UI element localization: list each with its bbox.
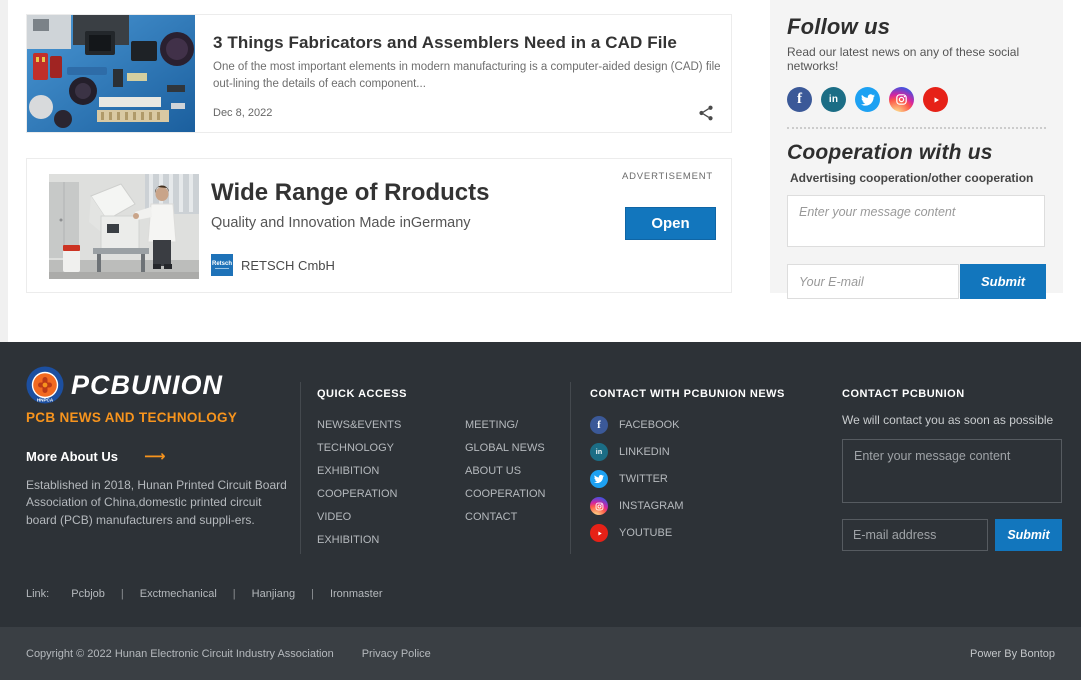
twitter-icon[interactable] [855,87,880,112]
quick-access-block: QUICK ACCESS NEWS&EVENTS TECHNOLOGY EXHI… [317,388,569,546]
follow-us-title: Follow us [787,14,1046,40]
footer-brand-name[interactable]: PCBUNION [71,370,223,401]
footer-instagram-link[interactable]: INSTAGRAM [590,497,785,515]
footer-link-about-us[interactable]: ABOUT US [465,465,569,477]
link-separator: | [233,588,236,600]
footer-facebook-link[interactable]: f FACEBOOK [590,416,785,434]
sidebar: Follow us Read our latest news on any of… [770,0,1063,293]
footer-link-cooperation-2[interactable]: COOPERATION [465,488,569,500]
contact-submit-button[interactable]: Submit [995,519,1062,551]
contact-form-subtitle: We will contact you as soon as possible [842,413,1062,427]
article-title[interactable]: 3 Things Fabricators and Assemblers Need… [213,33,677,53]
link-separator: | [311,588,314,600]
cooperation-submit-button[interactable]: Submit [960,264,1046,299]
links-label: Link: [26,588,49,600]
ad-image-lab-machine[interactable] [49,174,199,279]
ad-brand-name: RETSCH CmbH [241,258,335,273]
article-card[interactable]: 3 Things Fabricators and Assemblers Need… [26,14,732,133]
share-icon[interactable] [697,104,715,122]
article-thumbnail-circuit-board[interactable] [27,15,195,132]
partner-link-hanjiang[interactable]: Hanjiang [252,588,295,600]
copyright-text: Copyright © 2022 Hunan Electronic Circui… [26,648,334,660]
contact-news-block: CONTACT WITH PCBUNION NEWS f FACEBOOK in… [590,388,785,542]
partner-link-exctmechanical[interactable]: Exctmechanical [140,588,217,600]
youtube-icon [590,524,608,542]
quick-access-heading: QUICK ACCESS [317,388,569,400]
contact-news-heading: CONTACT WITH PCBUNION NEWS [590,388,785,400]
advertisement-label: ADVERTISEMENT [622,171,713,182]
contact-form-block: CONTACT PCBUNION We will contact you as … [842,388,1062,551]
cooperation-title: Cooperation with us [787,141,1046,165]
powered-by-text: Power By Bontop [970,648,1055,660]
pcbunion-logo-icon: HNPCA [26,366,64,404]
ad-title[interactable]: Wide Range of Rroducts [211,179,489,207]
footer-brand-tagline: PCB NEWS AND TECHNOLOGY [26,410,288,425]
footer-linkedin-link[interactable]: in LINKEDIN [590,443,785,461]
sidebar-divider [787,127,1046,129]
advertisement-card: ADVERTISEMENT [26,158,732,293]
footer-link-contact[interactable]: CONTACT [465,511,569,523]
cooperation-subtitle: Advertising cooperation/other cooperatio… [790,171,1046,185]
contact-form-heading: CONTACT PCBUNION [842,388,1062,400]
footer-link-technology[interactable]: TECHNOLOGY [317,442,421,454]
twitter-icon [590,470,608,488]
page: 3 Things Fabricators and Assemblers Need… [0,0,1081,680]
footer: HNPCA PCBUNION PCB NEWS AND TECHNOLOGY M… [0,342,1081,627]
svg-text:HNPCA: HNPCA [37,398,54,403]
footer-divider [300,382,301,554]
ad-open-button[interactable]: Open [625,207,716,240]
partner-link-pcbjob[interactable]: Pcbjob [71,588,105,600]
retsch-logo-icon: Retsch [211,254,233,276]
footer-youtube-link[interactable]: YOUTUBE [590,524,785,542]
footer-link-exhibition-2[interactable]: EXHIBITION [317,534,421,546]
youtube-icon[interactable] [923,87,948,112]
footer-link-news-events[interactable]: NEWS&EVENTS [317,419,421,431]
ad-subtitle: Quality and Innovation Made inGermany [211,215,471,231]
footer-link-global-news[interactable]: GLOBAL NEWS [465,442,569,454]
partner-link-ironmaster[interactable]: Ironmaster [330,588,383,600]
social-icons-row: f in [787,87,1046,112]
ad-brand: Retsch RETSCH CmbH [211,254,335,276]
follow-us-subtitle: Read our latest news on any of these soc… [787,45,1046,73]
facebook-icon[interactable]: f [787,87,812,112]
more-about-us-link[interactable]: More About Us ⟶ [26,447,288,465]
link-separator: | [121,588,124,600]
copyright-bar: Copyright © 2022 Hunan Electronic Circui… [0,627,1081,680]
footer-divider [570,382,571,554]
facebook-icon: f [590,416,608,434]
contact-email-input[interactable] [842,519,988,551]
article-date: Dec 8, 2022 [213,107,272,119]
privacy-police-link[interactable]: Privacy Police [362,648,431,660]
footer-link-cooperation[interactable]: COOPERATION [317,488,421,500]
cooperation-message-input[interactable] [787,195,1045,247]
instagram-icon [590,497,608,515]
cooperation-email-input[interactable] [787,264,959,299]
footer-twitter-link[interactable]: TWITTER [590,470,785,488]
footer-brand-block: HNPCA PCBUNION PCB NEWS AND TECHNOLOGY M… [26,366,288,529]
instagram-icon[interactable] [889,87,914,112]
arrow-right-icon: ⟶ [144,447,166,465]
article-excerpt: One of the most important elements in mo… [213,59,725,92]
contact-message-input[interactable] [842,439,1062,503]
footer-brand-description: Established in 2018, Hunan Printed Circu… [26,477,288,529]
linkedin-icon: in [590,443,608,461]
footer-link-video[interactable]: VIDEO [317,511,421,523]
footer-link-exhibition[interactable]: EXHIBITION [317,465,421,477]
footer-link-meeting[interactable]: MEETING/ [465,419,569,431]
partner-links-row: Link: Pcbjob | Exctmechanical | Hanjiang… [26,588,383,600]
linkedin-icon[interactable]: in [821,87,846,112]
